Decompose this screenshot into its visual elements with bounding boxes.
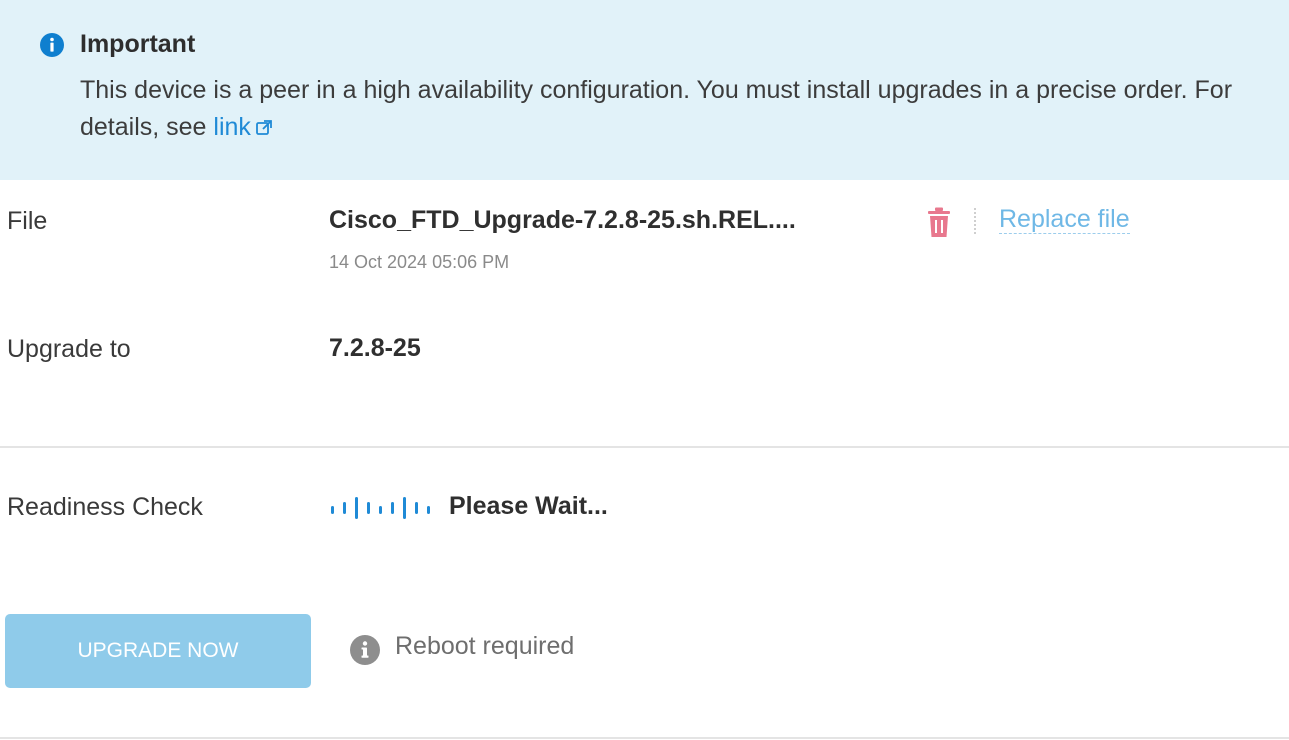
upgrade-to-label: Upgrade to xyxy=(7,335,131,363)
reboot-required-note: Reboot required xyxy=(395,632,575,660)
details-link[interactable]: link xyxy=(213,113,251,141)
important-banner: Important This device is a peer in a hig… xyxy=(0,0,1289,180)
file-name: Cisco_FTD_Upgrade-7.2.8-25.sh.REL.... xyxy=(329,206,796,234)
banner-message: This device is a peer in a high availabi… xyxy=(80,72,1240,148)
replace-file-link[interactable]: Replace file xyxy=(999,205,1130,234)
file-label: File xyxy=(7,207,48,235)
divider xyxy=(974,208,976,234)
target-version: 7.2.8-25 xyxy=(329,334,421,362)
file-timestamp: 14 Oct 2024 05:06 PM xyxy=(329,252,510,272)
readiness-check-label: Readiness Check xyxy=(7,493,203,521)
info-icon xyxy=(350,635,380,665)
readiness-status: Please Wait... xyxy=(449,492,608,520)
info-icon xyxy=(40,33,64,57)
banner-title: Important xyxy=(80,30,196,58)
section-divider xyxy=(0,446,1289,448)
upgrade-now-button[interactable]: UPGRADE NOW xyxy=(5,614,311,688)
banner-message-text: This device is a peer in a high availabi… xyxy=(80,76,1233,141)
cisco-loading-icon xyxy=(331,497,439,524)
trash-icon[interactable] xyxy=(926,206,952,245)
upgrade-panel: Important This device is a peer in a hig… xyxy=(0,0,1289,740)
external-link-icon[interactable] xyxy=(255,111,273,148)
bottom-divider xyxy=(0,737,1289,739)
